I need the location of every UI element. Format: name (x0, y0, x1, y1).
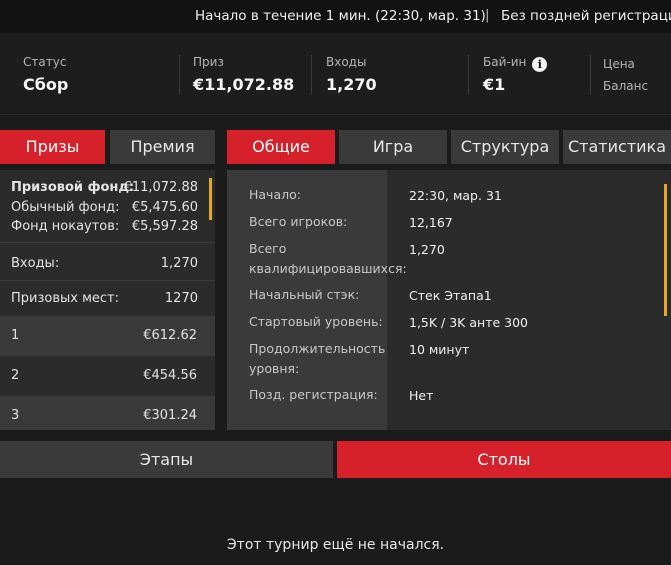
starting-stack-label: Начальный стэк: (249, 287, 360, 302)
not-started-notice: Этот турнир ещё не начался. (226, 537, 445, 553)
tab-bounty[interactable]: Премия (110, 130, 215, 164)
divider (0, 280, 215, 281)
entries-label: Входы: (11, 256, 60, 271)
prize-place-row: 2 €454.56 (0, 356, 215, 396)
start-time-text: Начало в течение 1 мин. (22:30, мар. 31) (195, 8, 486, 24)
scrollbar[interactable] (209, 178, 212, 220)
divider (179, 55, 180, 95)
paid-places-value: 1270 (164, 291, 198, 306)
prize-pool-label: Призовой фонд: (11, 180, 135, 195)
late-reg-value: Нет (409, 388, 434, 403)
place-amount: €612.62 (143, 328, 197, 343)
balance-label: Баланс (603, 79, 649, 93)
divider (311, 55, 312, 95)
tab-general[interactable]: Общие (227, 130, 335, 164)
place-number: 3 (11, 408, 20, 423)
late-reg-label: Позд. регистрация: (249, 387, 378, 402)
tab-prizes[interactable]: Призы (0, 130, 105, 164)
starting-stack-value: Стек Этапа1 (409, 288, 492, 303)
info-icon[interactable]: i (532, 57, 548, 72)
total-qualified-value: 1,270 (409, 242, 445, 257)
regular-pool-label: Обычный фонд: (11, 200, 120, 215)
knockout-pool-label: Фонд нокаутов: (11, 219, 120, 234)
general-panel: Начало: Всего игроков: Всего квалифициро… (227, 170, 671, 430)
top-status-bar: Начало в течение 1 мин. (22:30, мар. 31)… (0, 0, 671, 33)
prize-pool-value: €11,072.88 (123, 180, 198, 195)
status-value: Сбор (23, 75, 69, 94)
level-duration-label: Продолжительность уровня: (249, 341, 386, 376)
tab-structure[interactable]: Структура (451, 130, 559, 164)
prize-place-row: 1 €612.62 (0, 316, 215, 356)
prizes-panel: Призовой фонд: €11,072.88 Обычный фонд: … (0, 170, 215, 430)
place-amount: €454.56 (143, 368, 197, 383)
entries-value: 1,270 (160, 256, 198, 271)
total-players-value: 12,167 (409, 215, 453, 230)
separator: | (485, 7, 490, 23)
tab-statistics[interactable]: Статистика (563, 130, 671, 164)
start-label: Начало: (249, 187, 301, 202)
regular-pool-value: €5,475.60 (131, 200, 198, 215)
entries-value: 1,270 (326, 75, 377, 94)
late-registration-text: Без поздней регистрации (501, 8, 671, 24)
total-qualified-label: Всего квалифицировавшихся: (249, 241, 407, 276)
divider (0, 242, 215, 243)
total-players-label: Всего игроков: (249, 214, 348, 229)
entries-label: Входы (326, 55, 367, 69)
label-column: Начало: Всего игроков: Всего квалифициро… (227, 170, 407, 430)
tab-tables[interactable]: Столы (337, 441, 671, 478)
scrollbar[interactable] (664, 184, 667, 316)
paid-places-label: Призовых мест: (11, 291, 119, 306)
tab-stages[interactable]: Этапы (0, 441, 333, 478)
place-amount: €301.24 (143, 408, 197, 423)
starting-level-label: Стартовый уровень: (249, 314, 383, 329)
prize-place-row: 3 €301.24 (0, 396, 215, 430)
divider (590, 55, 591, 95)
starting-level-value: 1,5K / 3K анте 300 (409, 315, 528, 330)
tab-game[interactable]: Игра (339, 130, 447, 164)
place-number: 2 (11, 368, 20, 383)
buyin-value: €1 (483, 75, 506, 94)
buyin-label: Бай-ин i (483, 55, 548, 72)
price-label: Цена (603, 57, 635, 71)
divider (468, 55, 469, 95)
prize-value: €11,072.88 (193, 75, 295, 94)
prize-label: Приз (193, 55, 224, 69)
buyin-label-text: Бай-ин (483, 55, 527, 69)
tournament-info-header: Статус Сбор Приз €11,072.88 Входы 1,270 … (0, 33, 671, 115)
knockout-pool-value: €5,597.28 (131, 219, 198, 234)
place-number: 1 (11, 328, 20, 343)
status-label: Статус (23, 55, 67, 69)
start-value: 22:30, мар. 31 (409, 188, 502, 203)
level-duration-value: 10 минут (409, 342, 470, 357)
